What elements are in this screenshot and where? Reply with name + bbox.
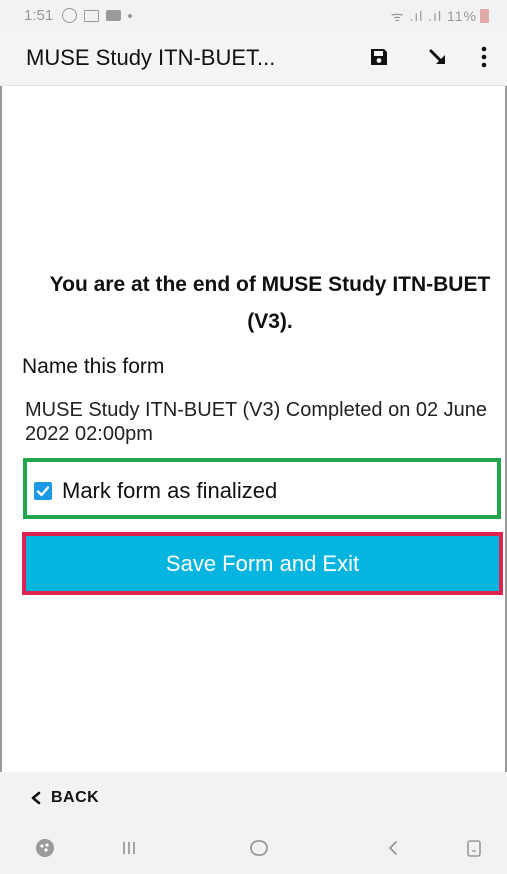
status-bar: 1:51 ᯤ .ıl .ıl 11% xyxy=(0,0,507,30)
app-title: MUSE Study ITN-BUET... xyxy=(26,45,276,70)
more-vert-icon[interactable] xyxy=(479,45,489,69)
save-icon[interactable] xyxy=(369,47,389,67)
name-form-label: Name this form xyxy=(22,355,165,378)
finalize-checkbox[interactable] xyxy=(34,482,52,500)
back-button[interactable]: BACK xyxy=(51,789,99,807)
jump-arrow-icon[interactable] xyxy=(428,47,450,69)
signal-battery-text: ᯤ .ıl .ıl 11% xyxy=(390,8,477,24)
finalize-checkbox-row[interactable]: Mark form as finalized xyxy=(23,458,501,519)
gallery-icon xyxy=(84,10,99,22)
form-name-field[interactable]: MUSE Study ITN-BUET (V3) Completed on 02… xyxy=(25,398,505,446)
assistant-icon[interactable] xyxy=(34,837,56,859)
whatsapp-icon xyxy=(62,8,77,23)
back-nav-icon[interactable] xyxy=(383,837,403,859)
status-indicators: ᯤ .ıl .ıl 11% xyxy=(391,7,489,26)
status-time: 1:51 xyxy=(24,7,54,24)
app-bar: MUSE Study ITN-BUET... xyxy=(0,30,507,86)
chevron-left-icon[interactable] xyxy=(30,791,42,805)
home-icon[interactable] xyxy=(247,837,271,859)
battery-icon xyxy=(480,9,489,23)
save-form-and-exit-button[interactable]: Save Form and Exit xyxy=(22,532,503,595)
system-nav-bar xyxy=(0,824,507,874)
notification-dot-icon xyxy=(128,14,132,18)
keyboard-toggle-icon[interactable] xyxy=(464,837,484,859)
checkmark-icon xyxy=(36,486,50,497)
end-of-form-message: You are at the end of MUSE Study ITN-BUE… xyxy=(49,273,491,333)
finalize-label: Mark form as finalized xyxy=(62,478,278,503)
back-bar: BACK xyxy=(0,772,507,824)
message-icon xyxy=(106,10,121,21)
recent-apps-icon[interactable] xyxy=(118,837,140,859)
